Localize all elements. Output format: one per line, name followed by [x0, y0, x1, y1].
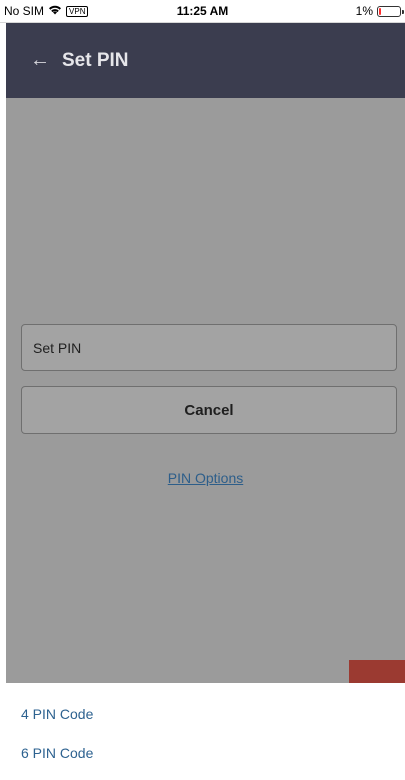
sheet-option-6-pin[interactable]: 6 PIN Code: [21, 745, 93, 761]
status-time: 11:25 AM: [176, 4, 229, 18]
app-screen: No SIM VPN 11:25 AM 1% ← Set PIN Set PIN…: [0, 0, 405, 780]
status-right: 1%: [355, 4, 404, 18]
cancel-button[interactable]: Cancel: [21, 386, 397, 434]
accent-decoration: [349, 660, 405, 683]
dimmed-content: Set PIN Cancel PIN Options: [6, 98, 405, 683]
battery-level-fill: [379, 7, 381, 15]
app-header: ← Set PIN: [6, 23, 405, 98]
battery-percent: 1%: [355, 4, 373, 18]
page-title: Set PIN: [62, 49, 129, 71]
status-bar: No SIM VPN 11:25 AM 1%: [0, 0, 405, 23]
back-arrow-icon[interactable]: ←: [30, 49, 50, 72]
pin-options-sheet: 4 PIN Code 6 PIN Code: [6, 683, 405, 780]
sheet-option-4-pin[interactable]: 4 PIN Code: [21, 706, 93, 722]
set-pin-input[interactable]: Set PIN: [21, 324, 397, 371]
battery-icon: [377, 5, 404, 17]
pin-options-link[interactable]: PIN Options: [6, 470, 405, 486]
